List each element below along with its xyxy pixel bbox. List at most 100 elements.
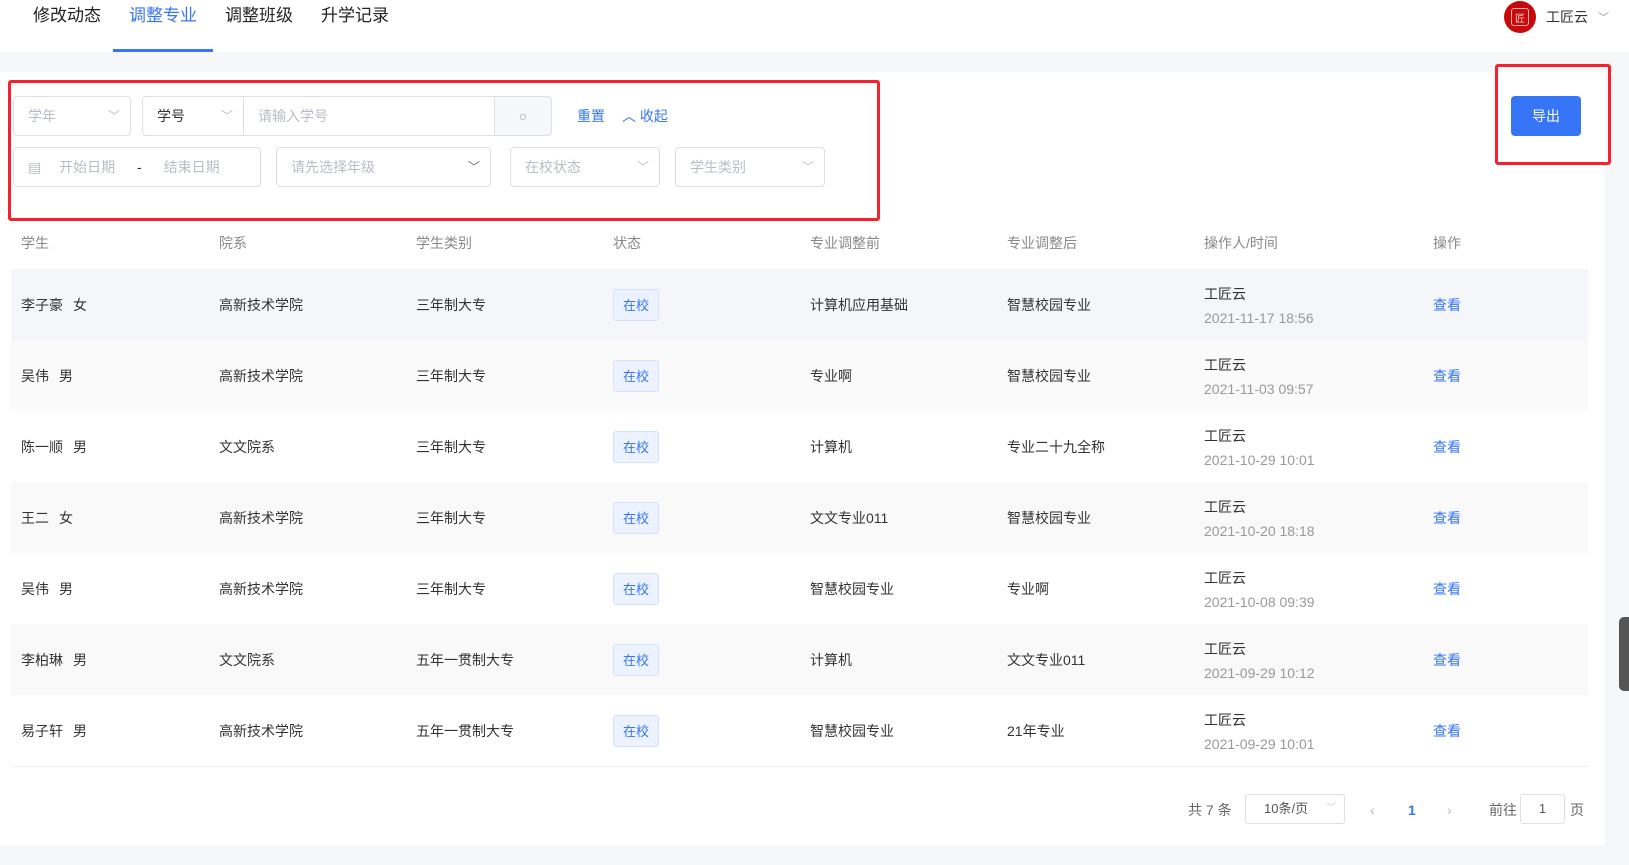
operator-cell: 工匠云 2021-09-29 10:12 (1204, 624, 1315, 695)
id-type-select[interactable]: 学号 ﹀ (142, 96, 244, 136)
department: 文文院系 (219, 651, 275, 668)
student-cell: 吴伟男 (21, 340, 73, 411)
operator-name: 工匠云 (1204, 427, 1246, 444)
department: 高新技术学院 (219, 509, 303, 526)
tab-edit-history[interactable]: 修改动态 (17, 4, 117, 52)
action-cell: 查看 (1433, 695, 1461, 766)
page-suffix: 页 (1570, 802, 1584, 818)
chevron-down-icon: ﹀ (1326, 803, 1336, 814)
view-link[interactable]: 查看 (1433, 295, 1461, 315)
status-cell: 在校 (613, 411, 659, 482)
chevron-up-icon: ︿ (622, 108, 636, 124)
student-category-select[interactable]: 学生类别 ﹀ (675, 147, 825, 187)
student-name: 李子豪 (21, 296, 63, 313)
status-cell: 在校 (613, 553, 659, 624)
table-row: 李柏琳男 文文院系 五年一贯制大专 在校 计算机 文文专业011 工匠云 2021-09-29… (11, 624, 1588, 695)
chevron-down-icon: ﹀ (107, 109, 120, 123)
operation-time: 2021-11-17 18:56 (1204, 309, 1314, 326)
export-button[interactable]: 导出 (1511, 96, 1581, 136)
school-status-select[interactable]: 在校状态 ﹀ (510, 147, 660, 187)
student-name: 李柏琳 (21, 651, 63, 668)
student-category: 五年一贯制大专 (416, 651, 514, 668)
category-placeholder: 学生类别 (690, 159, 746, 175)
major-before: 文文专业011 (810, 509, 889, 526)
view-link[interactable]: 查看 (1433, 650, 1461, 670)
student-id-input[interactable]: 请输入学号 (243, 96, 495, 136)
student-gender: 女 (59, 509, 73, 526)
student-id-placeholder: 请输入学号 (258, 108, 328, 124)
action-cell: 查看 (1433, 411, 1461, 482)
column-header: 状态 (613, 235, 641, 251)
major-before: 智慧校园专业 (810, 580, 894, 597)
operator-cell: 工匠云 2021-11-03 09:57 (1204, 340, 1314, 411)
user-menu[interactable]: 匠 工匠云 ﹀ (1504, 0, 1609, 34)
status-placeholder: 在校状态 (525, 159, 581, 175)
status-badge: 在校 (613, 572, 659, 605)
chevron-down-icon: ﹀ (1598, 12, 1609, 24)
operation-time: 2021-10-20 18:18 (1204, 522, 1315, 539)
table-row: 吴伟男 高新技术学院 三年制大专 在校 专业啊 智慧校园专业 工匠云 2021-11-03 0… (11, 340, 1588, 411)
operation-time: 2021-10-08 09:39 (1204, 593, 1315, 610)
view-link[interactable]: 查看 (1433, 579, 1461, 599)
student-cell: 李子豪女 (21, 269, 87, 340)
department: 高新技术学院 (219, 367, 303, 384)
side-widget[interactable] (1619, 617, 1629, 691)
student-gender: 男 (59, 580, 73, 597)
start-date-input[interactable]: 开始日期 (59, 159, 115, 175)
grade-select[interactable]: 请先选择年级 ﹀ (276, 147, 491, 187)
action-cell: 查看 (1433, 482, 1461, 553)
tab-adjust-class[interactable]: 调整班级 (209, 4, 309, 52)
table-bottom-divider (11, 766, 1588, 767)
student-name: 吴伟 (21, 580, 49, 597)
student-gender: 男 (73, 438, 87, 455)
column-header: 操作人/时间 (1204, 235, 1278, 251)
major-after: 智慧校园专业 (1007, 296, 1091, 313)
end-date-input[interactable]: 结束日期 (164, 159, 220, 175)
chevron-down-icon: ﹀ (220, 109, 233, 123)
next-page-button[interactable]: › (1447, 795, 1452, 825)
operator-name: 工匠云 (1204, 640, 1246, 657)
year-select[interactable]: 学年 ﹀ (13, 96, 131, 136)
operation-time: 2021-11-03 09:57 (1204, 380, 1314, 397)
view-link[interactable]: 查看 (1433, 721, 1461, 741)
view-link[interactable]: 查看 (1433, 366, 1461, 386)
goto-page-input[interactable]: 1 (1520, 794, 1565, 824)
tab-adjust-major[interactable]: 调整专业 (113, 4, 213, 52)
major-after: 专业啊 (1007, 580, 1049, 597)
student-category: 三年制大专 (416, 509, 486, 526)
table-row: 陈一顺男 文文院系 三年制大专 在校 计算机 专业二十九全称 工匠云 2021-10-29 1… (11, 411, 1588, 482)
status-badge: 在校 (613, 288, 659, 321)
operator-cell: 工匠云 2021-11-17 18:56 (1204, 269, 1314, 340)
date-range-picker[interactable]: ▤ 开始日期 - 结束日期 (13, 147, 261, 187)
prev-page-button[interactable]: ‹ (1370, 795, 1375, 825)
chevron-down-icon: ﹀ (467, 160, 480, 174)
student-cell: 易子轩男 (21, 695, 87, 766)
view-link[interactable]: 查看 (1433, 508, 1461, 528)
tab-promotion-records[interactable]: 升学记录 (305, 4, 405, 52)
view-link[interactable]: 查看 (1433, 437, 1461, 457)
student-cell: 陈一顺男 (21, 411, 87, 482)
action-cell: 查看 (1433, 624, 1461, 695)
operator-name: 工匠云 (1204, 356, 1246, 373)
column-header: 操作 (1433, 235, 1461, 251)
status-badge: 在校 (613, 501, 659, 534)
department: 高新技术学院 (219, 296, 303, 313)
student-cell: 吴伟男 (21, 553, 73, 624)
major-after: 智慧校园专业 (1007, 367, 1091, 384)
department: 文文院系 (219, 438, 275, 455)
page-size-select[interactable]: 10条/页 ﹀ (1245, 794, 1345, 824)
major-after: 专业二十九全称 (1007, 438, 1105, 455)
top-bar: 修改动态 调整专业 调整班级 升学记录 匠 工匠云 ﹀ (0, 0, 1629, 52)
search-button[interactable]: ○ (494, 96, 552, 136)
collapse-link[interactable]: ︿ 收起 (622, 106, 668, 126)
grade-placeholder: 请先选择年级 (291, 159, 375, 175)
operation-time: 2021-09-29 10:12 (1204, 664, 1315, 681)
status-badge: 在校 (613, 430, 659, 463)
department: 高新技术学院 (219, 580, 303, 597)
student-category: 三年制大专 (416, 580, 486, 597)
goto-label: 前往 (1489, 802, 1517, 818)
page-number[interactable]: 1 (1408, 795, 1416, 825)
operator-name: 工匠云 (1204, 498, 1246, 515)
column-header: 学生 (21, 235, 49, 251)
reset-link[interactable]: 重置 (577, 106, 605, 126)
